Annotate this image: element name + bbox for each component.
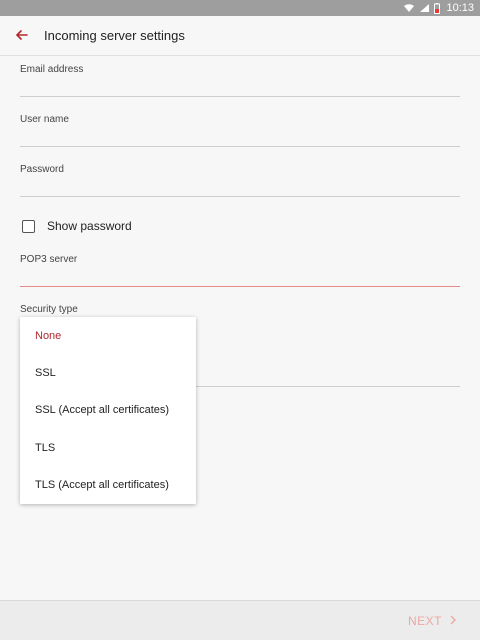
dropdown-option-tls-accept-all[interactable]: TLS (Accept all certificates)	[20, 467, 196, 504]
page-title: Incoming server settings	[44, 28, 185, 43]
password-field[interactable]: Password	[20, 164, 460, 175]
chevron-right-icon	[450, 614, 456, 628]
show-password-toggle[interactable]: Show password	[22, 219, 132, 233]
bottom-bar: NEXT	[0, 600, 480, 640]
next-button-label: NEXT	[407, 613, 442, 628]
pop3-server-label: POP3 server	[20, 254, 78, 265]
username-field[interactable]: User name	[20, 114, 460, 125]
password-field-underline	[20, 196, 460, 197]
security-type-field[interactable]: Security type	[20, 304, 460, 315]
dropdown-option-none[interactable]: None	[20, 317, 196, 354]
show-password-checkbox[interactable]	[22, 219, 35, 233]
status-time: 10:13	[446, 2, 474, 14]
app-bar: Incoming server settings	[0, 16, 480, 56]
battery-low-icon	[434, 0, 441, 16]
username-field-label: User name	[20, 114, 69, 125]
security-type-label: Security type	[20, 304, 78, 315]
email-field[interactable]: Email address	[20, 64, 460, 75]
dropdown-option-ssl[interactable]: SSL	[20, 354, 196, 391]
wifi-icon	[403, 0, 415, 16]
back-button[interactable]	[0, 16, 44, 56]
signal-icon	[419, 0, 430, 16]
pop3-server-field[interactable]: POP3 server	[20, 254, 460, 265]
pop3-server-underline	[20, 286, 460, 287]
dropdown-option-ssl-accept-all[interactable]: SSL (Accept all certificates)	[20, 392, 196, 429]
username-field-underline	[20, 146, 460, 147]
show-password-label: Show password	[47, 219, 132, 233]
arrow-back-icon	[16, 27, 28, 45]
status-bar: 10:13	[0, 0, 480, 16]
dropdown-option-tls[interactable]: TLS	[20, 429, 196, 466]
password-field-label: Password	[20, 164, 64, 175]
security-type-dropdown: None SSL SSL (Accept all certificates) T…	[20, 317, 196, 504]
email-field-underline	[20, 96, 460, 97]
email-field-label: Email address	[20, 64, 84, 75]
next-button[interactable]: NEXT	[408, 614, 456, 628]
